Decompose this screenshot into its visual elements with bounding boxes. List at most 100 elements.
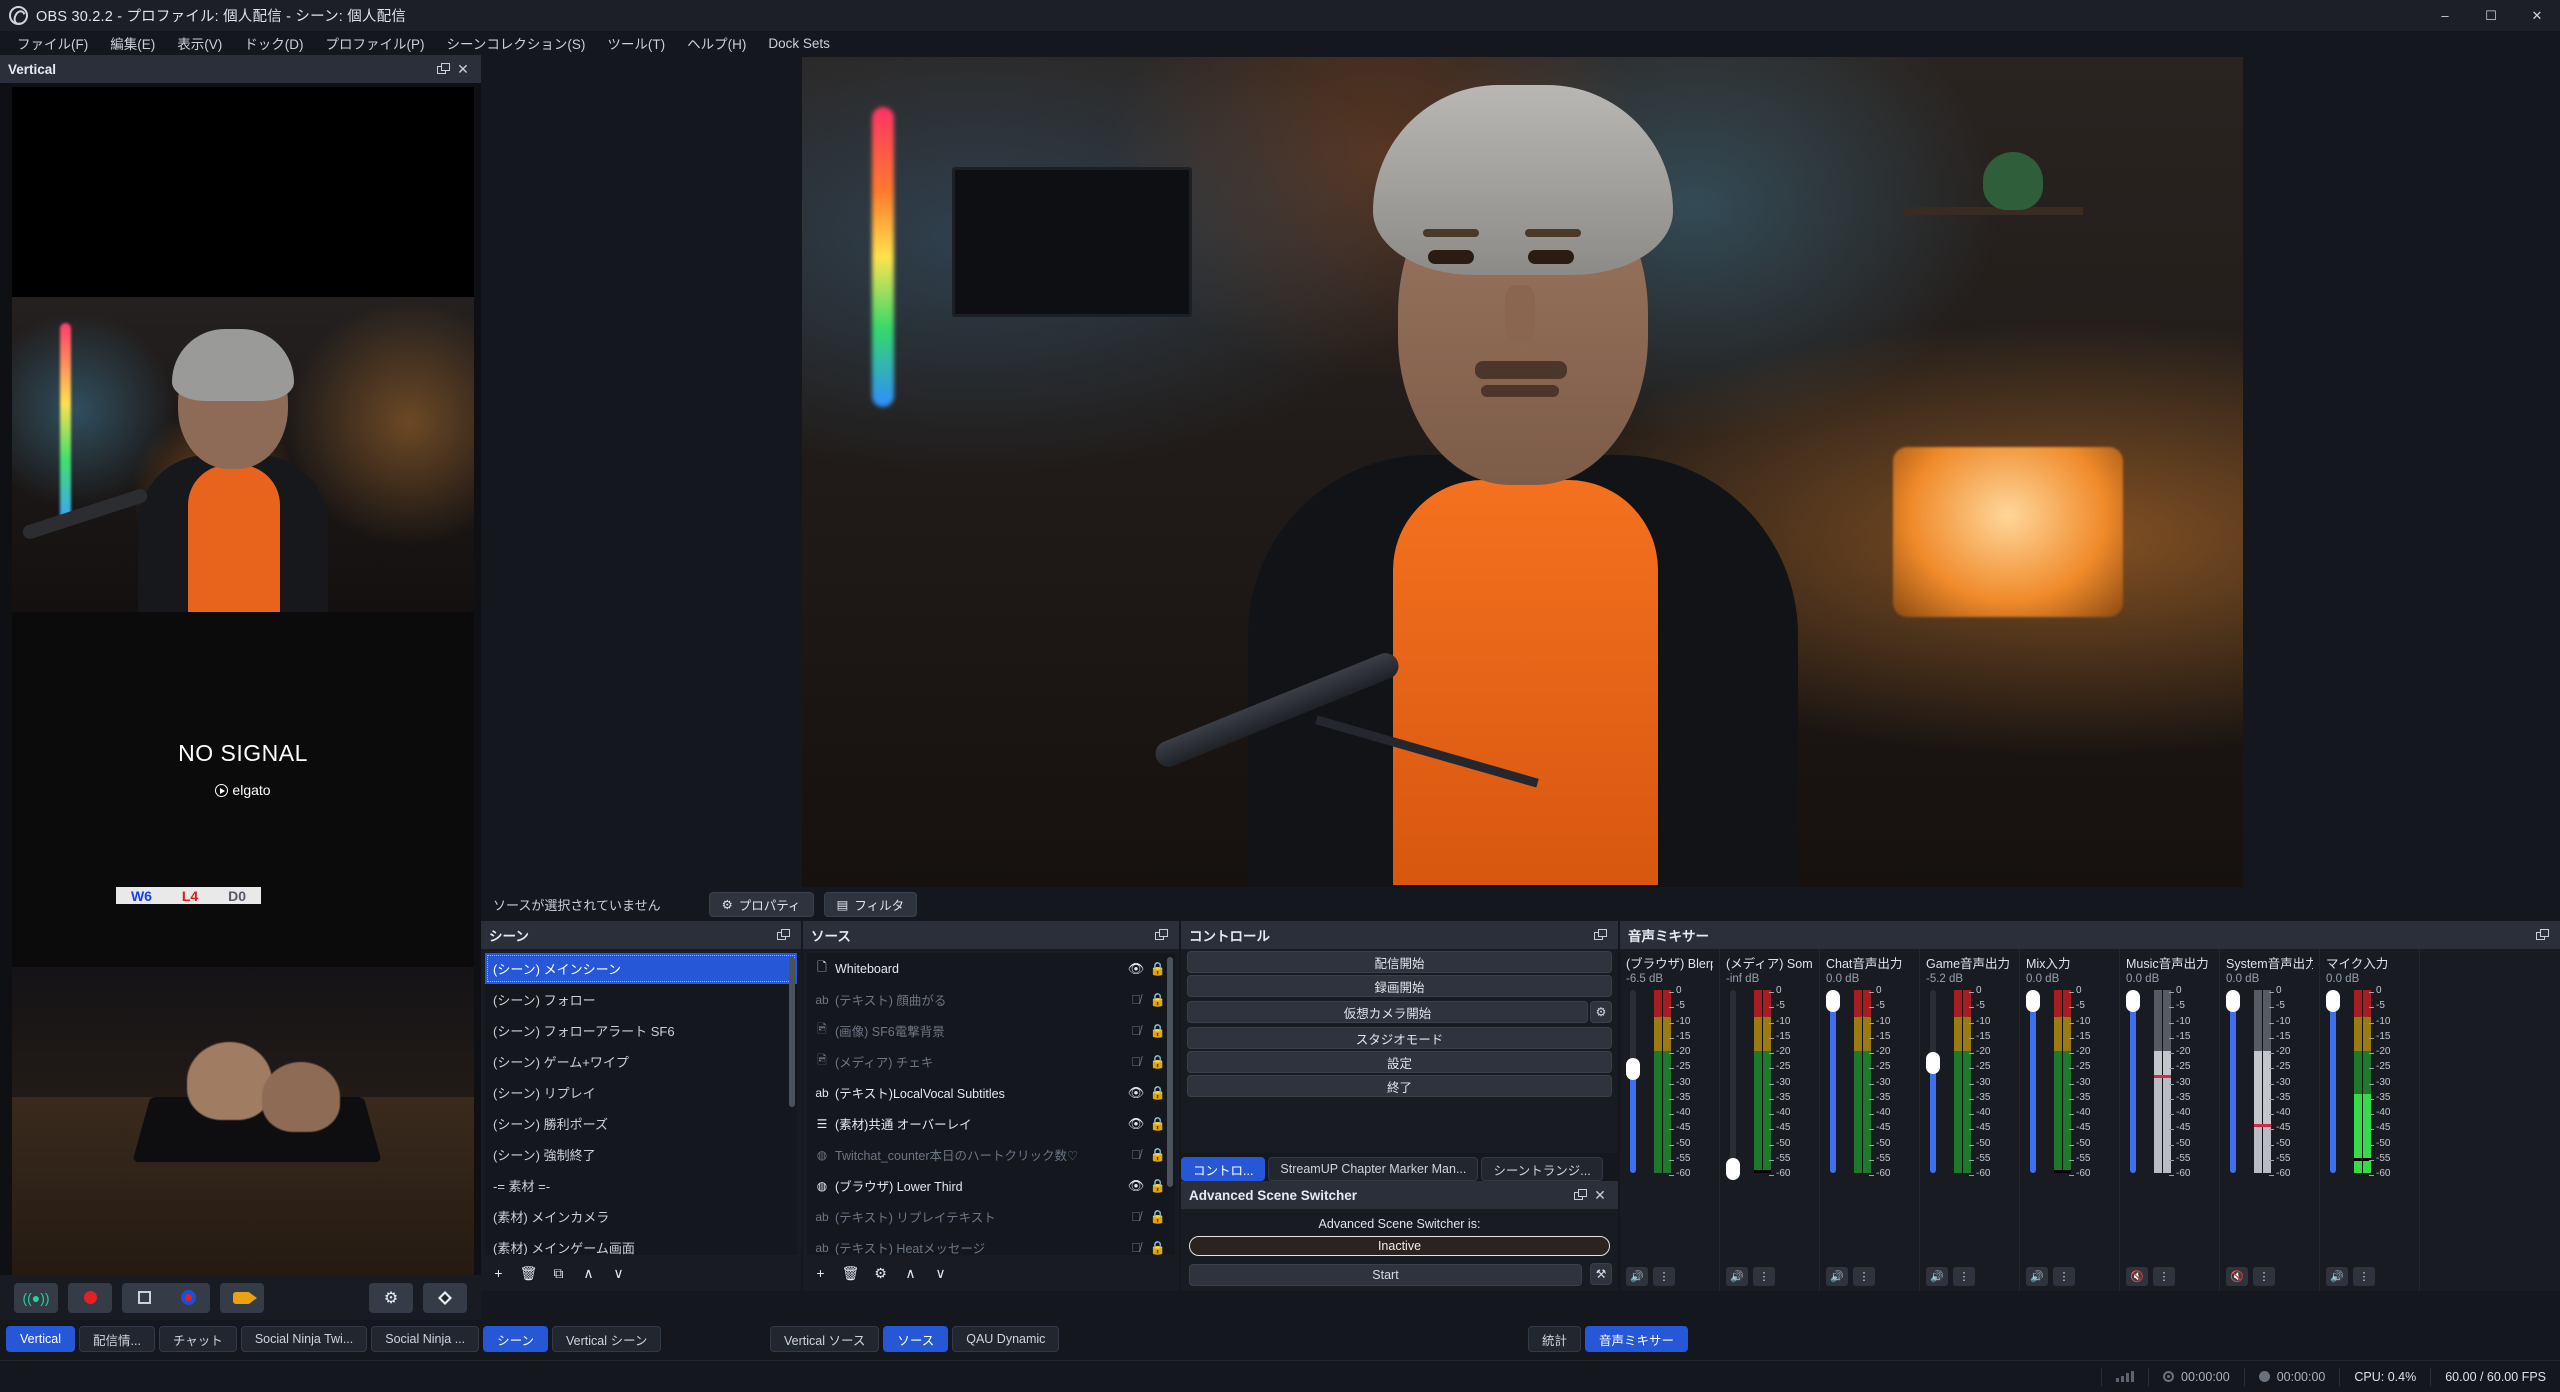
close-icon[interactable]: ✕ (453, 59, 473, 79)
gear-icon[interactable]: ⚙ (369, 1283, 413, 1313)
channel-menu-icon[interactable]: ⋮ (1953, 1267, 1975, 1286)
fader-knob[interactable] (1826, 990, 1840, 1012)
start-recording-button[interactable]: 録画開始 (1187, 975, 1612, 997)
list-item[interactable]: (素材) メインカメラ (485, 1201, 797, 1232)
fader-knob[interactable] (1726, 1158, 1740, 1180)
menu-view[interactable]: 表示(V) (166, 31, 233, 55)
start-stream-icon[interactable]: ((●)) (14, 1283, 58, 1313)
list-item[interactable]: (シーン) 勝利ポーズ (485, 1108, 797, 1139)
tools-icon[interactable]: ⚒ (1590, 1263, 1612, 1285)
lock-icon[interactable]: 🔒 (1147, 1085, 1169, 1101)
add-scene-button[interactable]: + (485, 1260, 512, 1286)
menu-profile[interactable]: プロファイル(P) (315, 31, 436, 55)
volume-fader[interactable] (1630, 990, 1636, 1173)
channel-menu-icon[interactable]: ⋮ (2253, 1267, 2275, 1286)
visibility-icon[interactable]: 👁 (1125, 1178, 1147, 1194)
visibility-icon[interactable]: 👁 (1125, 1085, 1147, 1101)
scene-list[interactable]: (シーン) メインシーン (シーン) フォロー (シーン) フォローアラート S… (485, 953, 797, 1255)
tab-vertical[interactable]: Vertical (6, 1326, 75, 1352)
visibility-icon[interactable]: 👁̸ (1125, 1240, 1147, 1255)
list-item[interactable]: 🖻 (画像) SF6電撃背景 👁̸ 🔒 (807, 1015, 1175, 1046)
lock-icon[interactable]: 🔒 (1147, 1240, 1169, 1256)
list-item[interactable]: ab (テキスト)LocalVocal Subtitles 👁 🔒 (807, 1077, 1175, 1108)
close-button[interactable]: ✕ (2514, 0, 2560, 31)
mute-icon[interactable]: 🔊 (1726, 1267, 1748, 1286)
scrollbar[interactable] (1167, 957, 1173, 1187)
studio-mode-button[interactable]: スタジオモード (1187, 1027, 1612, 1049)
maximize-button[interactable]: ☐ (2468, 0, 2514, 31)
start-virtual-camera-button[interactable]: 仮想カメラ開始 (1187, 1001, 1588, 1023)
tab-social-ninja-twitch[interactable]: Social Ninja Twi... (241, 1326, 367, 1352)
lock-icon[interactable]: 🔒 (1147, 1116, 1169, 1132)
tab-vertical-sources[interactable]: Vertical ソース (770, 1326, 879, 1352)
remove-scene-button[interactable]: 🗑 (515, 1260, 542, 1286)
channel-menu-icon[interactable]: ⋮ (1653, 1267, 1675, 1286)
move-source-up-button[interactable]: ∧ (897, 1260, 924, 1286)
list-item[interactable]: ◍ Twitchat_counter本日のハートクリック数♡ 👁̸ 🔒 (807, 1139, 1175, 1170)
list-item[interactable]: ◍ (ブラウザ) Lower Third 👁 🔒 (807, 1170, 1175, 1201)
properties-button[interactable]: ⚙ プロパティ (709, 892, 814, 917)
ass-start-button[interactable]: Start (1189, 1264, 1582, 1286)
main-preview-area[interactable] (481, 55, 2560, 888)
list-item[interactable]: (シーン) メインシーン (485, 953, 797, 984)
virtual-camera-gear-icon[interactable]: ⚙ (1590, 1001, 1612, 1023)
tab-scenes[interactable]: シーン (483, 1326, 548, 1352)
settings-button[interactable]: 設定 (1187, 1051, 1612, 1073)
mute-icon[interactable]: 🔊 (2326, 1267, 2348, 1286)
swap-icon[interactable] (423, 1283, 467, 1313)
lock-icon[interactable]: 🔒 (1147, 1178, 1169, 1194)
mute-icon[interactable]: 🔊 (1626, 1267, 1648, 1286)
list-item[interactable]: 🗋 Whiteboard 👁 🔒 (807, 953, 1175, 984)
float-icon[interactable] (1151, 925, 1171, 945)
list-item[interactable]: ☰ (素材)共通 オーバーレイ 👁 🔒 (807, 1108, 1175, 1139)
channel-menu-icon[interactable]: ⋮ (2153, 1267, 2175, 1286)
visibility-icon[interactable]: 👁 (1125, 1116, 1147, 1132)
list-item[interactable]: (シーン) ゲーム+ワイプ (485, 1046, 797, 1077)
list-item[interactable]: -= 素材 =- (485, 1170, 797, 1201)
lock-icon[interactable]: 🔒 (1147, 1147, 1169, 1163)
menu-file[interactable]: ファイル(F) (6, 31, 99, 55)
preview-canvas[interactable] (802, 57, 2243, 887)
mute-icon-muted[interactable]: 🔇 (2126, 1267, 2148, 1286)
float-icon[interactable] (1570, 1185, 1590, 1205)
fader-knob[interactable] (1626, 1058, 1640, 1080)
scrollbar[interactable] (789, 957, 795, 1107)
lock-icon[interactable]: 🔒 (1147, 992, 1169, 1008)
visibility-icon[interactable]: 👁̸ (1125, 1147, 1147, 1162)
list-item[interactable]: 🖻 (メディア) チェキ 👁̸ 🔒 (807, 1046, 1175, 1077)
start-streaming-button[interactable]: 配信開始 (1187, 951, 1612, 973)
list-item[interactable]: (シーン) フォローアラート SF6 (485, 1015, 797, 1046)
fader-knob[interactable] (2126, 990, 2140, 1012)
tab-scene-transitions[interactable]: シーントランジ... (1481, 1157, 1602, 1181)
menu-dock-sets[interactable]: Dock Sets (757, 34, 841, 53)
volume-fader[interactable] (1730, 990, 1736, 1173)
float-icon[interactable] (1590, 925, 1610, 945)
mute-icon[interactable]: 🔊 (1826, 1267, 1848, 1286)
float-icon[interactable] (773, 925, 793, 945)
mute-icon[interactable]: 🔊 (2026, 1267, 2048, 1286)
channel-menu-icon[interactable]: ⋮ (1853, 1267, 1875, 1286)
list-item[interactable]: (シーン) 強制終了 (485, 1139, 797, 1170)
tab-social-ninja[interactable]: Social Ninja ... (371, 1326, 479, 1352)
stop-icon[interactable] (122, 1283, 166, 1313)
list-item[interactable]: (シーン) フォロー (485, 984, 797, 1015)
exit-button[interactable]: 終了 (1187, 1075, 1612, 1097)
tab-audio-mixer[interactable]: 音声ミキサー (1585, 1326, 1688, 1352)
visibility-icon[interactable]: 👁̸ (1125, 992, 1147, 1007)
menu-tools[interactable]: ツール(T) (596, 31, 676, 55)
tab-streamup-chapter-marker[interactable]: StreamUP Chapter Marker Man... (1268, 1157, 1478, 1181)
tab-qau-dynamic[interactable]: QAU Dynamic (952, 1326, 1059, 1352)
list-item[interactable]: (素材) メインゲーム画面 (485, 1232, 797, 1255)
filters-button[interactable]: ▤ フィルタ (824, 892, 918, 917)
visibility-icon[interactable]: 👁̸ (1125, 1023, 1147, 1038)
list-item[interactable]: (シーン) リプレイ (485, 1077, 797, 1108)
visibility-icon[interactable]: 👁̸ (1125, 1054, 1147, 1069)
fader-knob[interactable] (2226, 990, 2240, 1012)
add-source-button[interactable]: + (807, 1260, 834, 1286)
volume-fader[interactable] (2330, 990, 2336, 1173)
list-item[interactable]: ab (テキスト) Heatメッセージ 👁̸ 🔒 (807, 1232, 1175, 1255)
menu-scene-collection[interactable]: シーンコレクション(S) (436, 31, 597, 55)
minimize-button[interactable]: – (2422, 0, 2468, 31)
tab-stats[interactable]: 統計 (1528, 1326, 1581, 1352)
menu-edit[interactable]: 編集(E) (99, 31, 166, 55)
